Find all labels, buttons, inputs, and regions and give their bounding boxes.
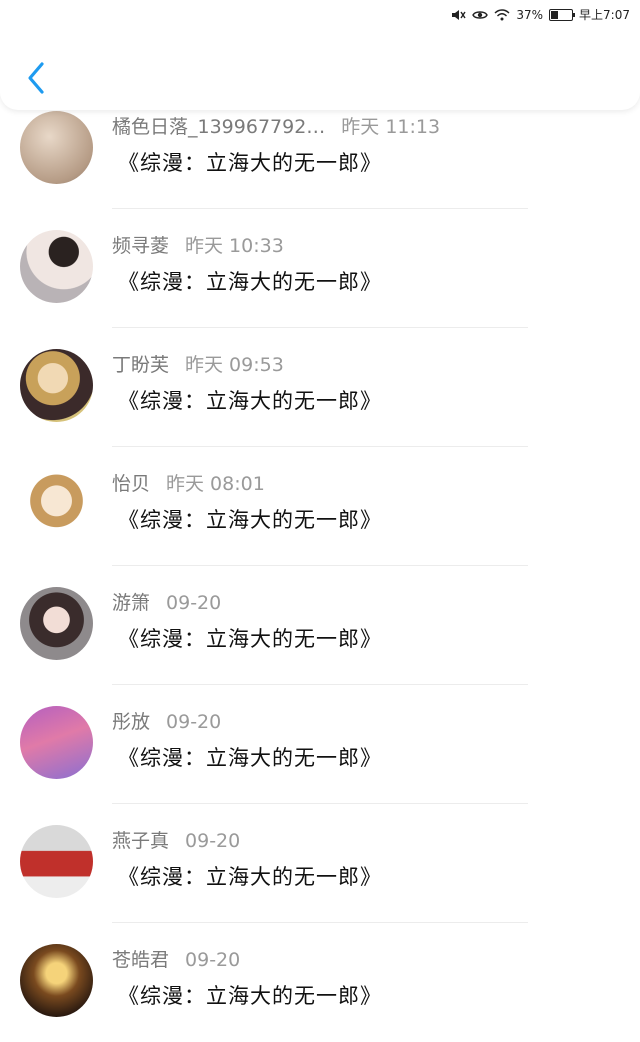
chevron-left-icon xyxy=(28,62,44,94)
user-name: 苍皓君 xyxy=(112,949,170,971)
battery-fill xyxy=(551,10,559,19)
avatar[interactable] xyxy=(20,944,93,1017)
message-text: 《综漫：立海大的无一郎》 xyxy=(118,865,382,889)
message-text: 《综漫：立海大的无一郎》 xyxy=(118,389,382,413)
eye-icon xyxy=(472,8,489,22)
timestamp: 昨天 11:13 xyxy=(341,116,441,138)
status-bar: 37% 早上7:07 xyxy=(0,0,640,28)
timestamp: 09-20 xyxy=(185,949,241,971)
list-item[interactable]: 频寻菱 昨天 10:33 《综漫：立海大的无一郎》 xyxy=(0,209,640,328)
timestamp: 昨天 09:53 xyxy=(185,354,284,376)
avatar[interactable] xyxy=(20,111,93,184)
item-meta: 彤放 09-20 xyxy=(112,707,221,734)
message-text: 《综漫：立海大的无一郎》 xyxy=(118,746,382,770)
avatar[interactable] xyxy=(20,468,93,541)
avatar[interactable] xyxy=(20,349,93,422)
item-meta: 橘色日落_139967792… 昨天 11:13 xyxy=(112,112,440,139)
back-button[interactable] xyxy=(20,58,56,98)
avatar[interactable] xyxy=(20,230,93,303)
timestamp: 昨天 10:33 xyxy=(185,235,284,257)
list-item[interactable]: 燕子真 09-20 《综漫：立海大的无一郎》 xyxy=(0,804,640,923)
battery-percent: 37% xyxy=(516,7,544,22)
list-item[interactable]: 丁盼芙 昨天 09:53 《综漫：立海大的无一郎》 xyxy=(0,328,640,447)
item-meta: 苍皓君 09-20 xyxy=(112,945,240,972)
status-icons: 37% 早上7:07 xyxy=(450,6,630,23)
list-item[interactable]: 怡贝 昨天 08:01 《综漫：立海大的无一郎》 xyxy=(0,447,640,566)
list-item[interactable]: 游箫 09-20 《综漫：立海大的无一郎》 xyxy=(0,566,640,685)
item-meta: 频寻菱 昨天 10:33 xyxy=(112,231,284,258)
message-text: 《综漫：立海大的无一郎》 xyxy=(118,627,382,651)
message-text: 《综漫：立海大的无一郎》 xyxy=(118,508,382,532)
timestamp: 09-20 xyxy=(166,592,222,614)
wifi-icon xyxy=(494,8,510,22)
timestamp: 昨天 08:01 xyxy=(166,473,265,495)
item-meta: 燕子真 09-20 xyxy=(112,826,240,853)
message-text: 《综漫：立海大的无一郎》 xyxy=(118,984,382,1008)
message-text: 《综漫：立海大的无一郎》 xyxy=(118,270,382,294)
user-name: 怡贝 xyxy=(112,473,151,495)
timestamp: 09-20 xyxy=(185,830,241,852)
clock: 早上7:07 xyxy=(579,8,630,22)
list-item[interactable]: 彤放 09-20 《综漫：立海大的无一郎》 xyxy=(0,685,640,804)
battery-icon xyxy=(549,8,576,21)
item-meta: 丁盼芙 昨天 09:53 xyxy=(112,350,284,377)
user-name: 彤放 xyxy=(112,711,151,733)
mute-icon xyxy=(450,8,466,22)
user-name: 游箫 xyxy=(112,592,151,614)
message-list: 橘色日落_139967792… 昨天 11:13 《综漫：立海大的无一郎》 频寻菱… xyxy=(0,90,640,1042)
user-name: 频寻菱 xyxy=(112,235,170,257)
avatar[interactable] xyxy=(20,587,93,660)
item-meta: 游箫 09-20 xyxy=(112,588,221,615)
user-name: 橘色日落_139967792… xyxy=(112,116,326,138)
user-name: 丁盼芙 xyxy=(112,354,170,376)
avatar[interactable] xyxy=(20,706,93,779)
avatar[interactable] xyxy=(20,825,93,898)
user-name: 燕子真 xyxy=(112,830,170,852)
list-item[interactable]: 苍皓君 09-20 《综漫：立海大的无一郎》 xyxy=(0,923,640,1042)
timestamp: 09-20 xyxy=(166,711,222,733)
message-text: 《综漫：立海大的无一郎》 xyxy=(118,151,382,175)
item-meta: 怡贝 昨天 08:01 xyxy=(112,469,265,496)
